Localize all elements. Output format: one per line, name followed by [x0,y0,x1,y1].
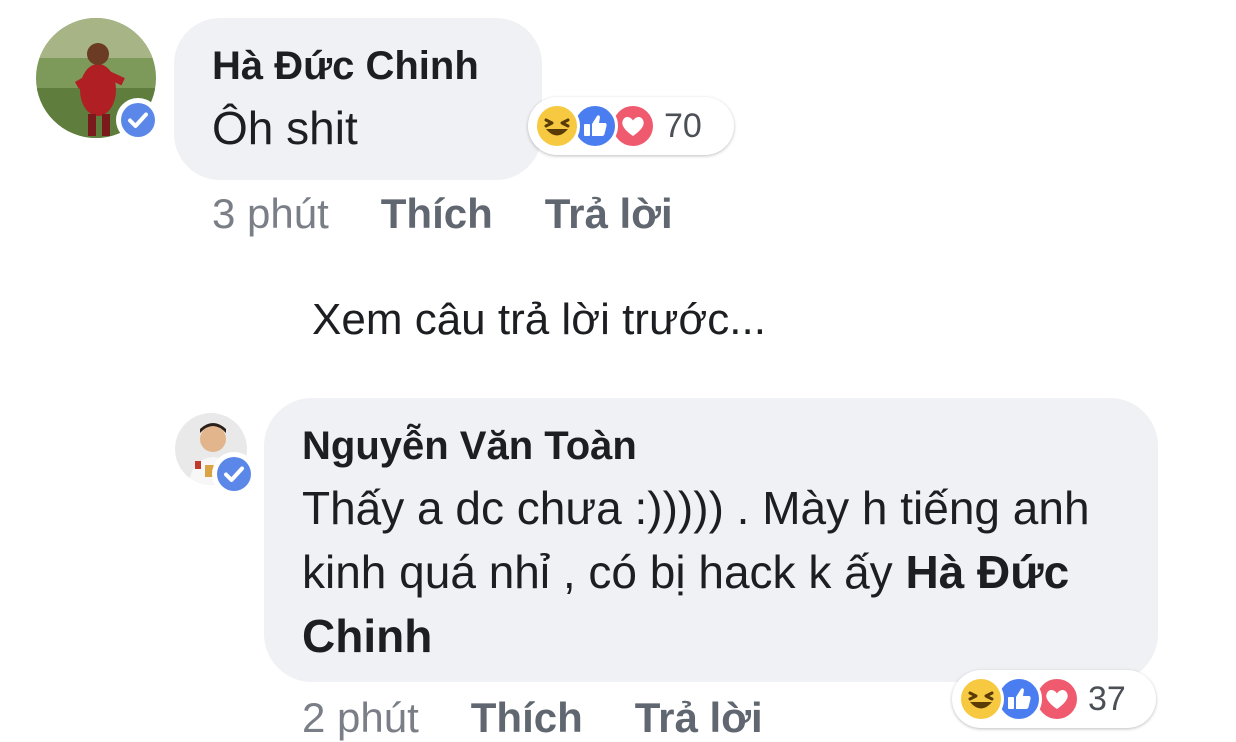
comment-text: Ôh shit [212,102,358,154]
reply-text: Thấy a dc chưa :))))) . Mày h tiếng anh … [302,476,1128,668]
reaction-count: 37 [1088,679,1126,718]
comment-bubble: Hà Đức Chinh Ôh shit [174,18,542,180]
verified-badge-icon [212,452,256,496]
reaction-count: 70 [664,106,702,145]
reactions-summary[interactable]: 70 [528,97,734,155]
reply-button[interactable]: Trả lời [545,190,673,238]
reply-button[interactable]: Trả lời [635,694,763,742]
view-previous-replies-link[interactable]: Xem câu trả lời trước... [312,292,766,348]
like-button[interactable]: Thích [381,190,493,238]
haha-icon [958,676,1004,722]
reply-bubble: Nguyễn Văn Toàn Thấy a dc chưa :))))) . … [264,398,1158,682]
comment-actions: 3 phút Thích Trả lời [212,190,673,238]
verified-badge-icon [116,98,160,142]
comment-author[interactable]: Hà Đức Chinh [212,42,542,90]
haha-icon [534,103,580,149]
like-button[interactable]: Thích [471,694,583,742]
comment-timestamp[interactable]: 3 phút [212,190,329,238]
reply-timestamp[interactable]: 2 phút [302,694,419,742]
reply-author[interactable]: Nguyễn Văn Toàn [302,422,1128,470]
reply-actions: 2 phút Thích Trả lời [302,694,763,742]
reactions-summary[interactable]: 37 [952,670,1156,728]
